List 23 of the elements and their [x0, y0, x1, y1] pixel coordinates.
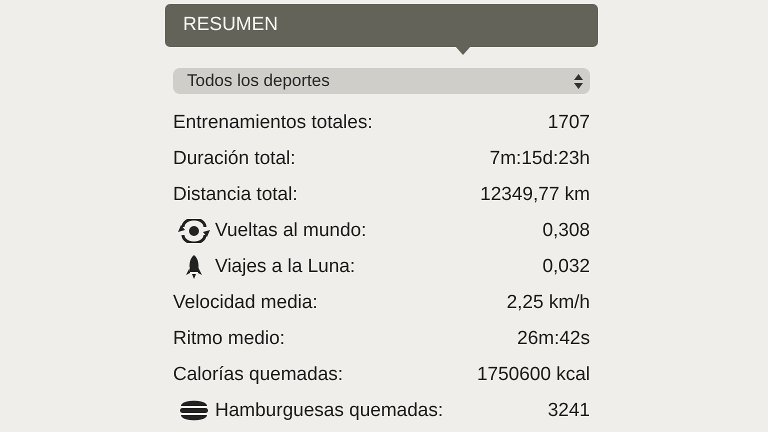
- stat-value: 12349,77 km: [480, 182, 590, 207]
- stat-label: Ritmo medio:: [173, 326, 285, 351]
- sport-select[interactable]: Todos los deportes: [173, 68, 590, 94]
- globe-arrows-icon: [177, 219, 211, 243]
- rocket-icon: [184, 254, 204, 280]
- stat-value: 7m:15d:23h: [490, 146, 590, 171]
- header-title: RESUMEN: [183, 13, 278, 38]
- stat-value: 26m:42s: [517, 326, 590, 351]
- stat-label: Vueltas al mundo:: [215, 218, 366, 243]
- stat-label: Distancia total:: [173, 182, 298, 207]
- stat-label: Duración total:: [173, 146, 296, 171]
- stat-value: 0,032: [542, 254, 590, 279]
- stat-label: Entrenamientos totales:: [173, 110, 373, 135]
- stat-value: 1750600 kcal: [476, 362, 590, 387]
- stat-value: 0,308: [542, 218, 590, 243]
- stat-label: Viajes a la Luna:: [215, 254, 356, 279]
- stat-label: Hamburguesas quemadas:: [215, 398, 444, 423]
- stat-value: 1707: [548, 110, 590, 135]
- stat-value: 2,25 km/h: [506, 290, 590, 315]
- stat-label: Calorías quemadas:: [173, 362, 344, 387]
- stat-value: 3241: [548, 398, 590, 423]
- stat-label: Velocidad media:: [173, 290, 318, 315]
- updown-arrows-icon: [574, 74, 583, 88]
